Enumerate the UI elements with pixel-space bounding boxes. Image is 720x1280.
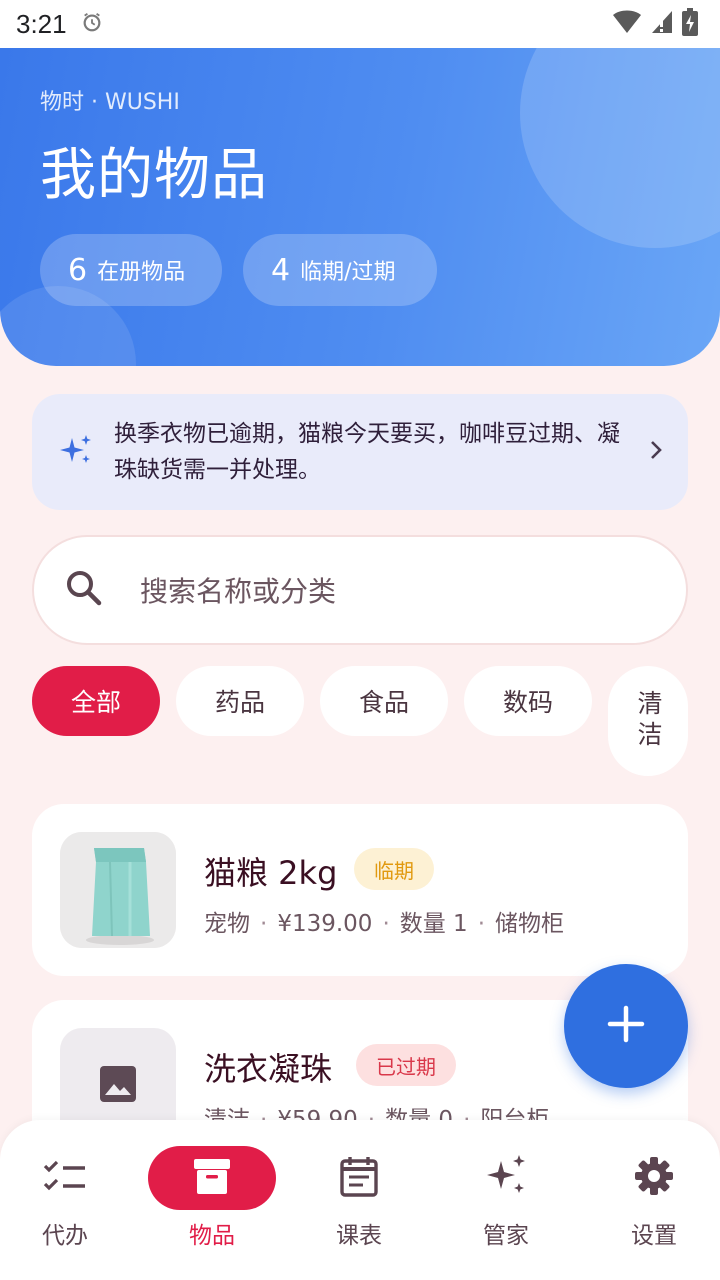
status-time: 3:21 bbox=[16, 8, 67, 39]
nav-label: 设置 bbox=[631, 1223, 677, 1249]
search-placeholder: 搜索名称或分类 bbox=[140, 575, 337, 608]
item-name: 洗衣凝珠 bbox=[204, 1050, 333, 1088]
battery-icon bbox=[682, 8, 698, 40]
signal-icon bbox=[650, 9, 674, 39]
page-title: 我的物品 bbox=[40, 143, 268, 208]
nav-item-assistant[interactable]: 管家 bbox=[434, 1120, 578, 1280]
nav-icon-wrap bbox=[590, 1146, 718, 1210]
item-location: 储物柜 bbox=[495, 911, 565, 937]
wifi-icon bbox=[612, 9, 642, 39]
nav-item-items[interactable]: 物品 bbox=[140, 1120, 284, 1280]
nav-label: 物品 bbox=[189, 1223, 235, 1249]
nav-label: 代办 bbox=[42, 1223, 88, 1249]
sparkle-icon bbox=[483, 1153, 529, 1203]
nav-icon-wrap bbox=[148, 1146, 276, 1210]
chip-digital[interactable]: 数码 bbox=[464, 666, 592, 736]
stat-label: 临期/过期 bbox=[300, 260, 396, 285]
header-banner: 物时 · WUSHI 我的物品 6 在册物品 4 临期/过期 bbox=[0, 48, 720, 366]
item-card[interactable]: 猫粮 2kg 临期 宠物 · ¥139.00 · 数量 1 · 储物柜 bbox=[32, 804, 688, 976]
item-category: 宠物 bbox=[204, 911, 250, 937]
item-name: 猫粮 2kg bbox=[204, 854, 338, 892]
nav-item-schedule[interactable]: 课表 bbox=[287, 1120, 431, 1280]
item-quantity: 数量 1 bbox=[399, 911, 468, 937]
stat-expiring-items[interactable]: 4 临期/过期 bbox=[243, 234, 437, 306]
nav-item-settings[interactable]: 设置 bbox=[582, 1120, 720, 1280]
nav-label: 管家 bbox=[483, 1223, 529, 1249]
item-price: ¥139.00 bbox=[277, 911, 373, 937]
calendar-icon bbox=[340, 1155, 378, 1201]
search-icon bbox=[64, 568, 104, 612]
stat-value: 6 bbox=[68, 252, 88, 288]
stat-value: 4 bbox=[271, 252, 291, 288]
item-meta: 宠物 · ¥139.00 · 数量 1 · 储物柜 bbox=[204, 911, 565, 937]
nav-item-todo[interactable]: 代办 bbox=[0, 1120, 137, 1280]
app-name: 物时 · WUSHI bbox=[40, 90, 180, 115]
sparkle-icon bbox=[58, 432, 94, 472]
nav-label: 课表 bbox=[336, 1223, 382, 1249]
alarm-icon bbox=[81, 11, 103, 37]
checklist-icon bbox=[43, 1158, 87, 1198]
search-input[interactable]: 搜索名称或分类 bbox=[32, 535, 688, 645]
stat-registered-items[interactable]: 6 在册物品 bbox=[40, 234, 222, 306]
chip-cleaning[interactable]: 清洁 bbox=[608, 666, 688, 776]
gear-icon bbox=[634, 1156, 674, 1200]
chip-medicine[interactable]: 药品 bbox=[176, 666, 304, 736]
stat-label: 在册物品 bbox=[97, 260, 186, 285]
nav-icon-wrap bbox=[442, 1146, 570, 1210]
chip-all[interactable]: 全部 bbox=[32, 666, 160, 736]
ai-summary-card[interactable]: 换季衣物已逾期，猫粮今天要买，咖啡豆过期、凝珠缺货需一并处理。 bbox=[32, 394, 688, 510]
image-icon bbox=[99, 1065, 137, 1107]
archive-box-icon bbox=[192, 1156, 232, 1200]
add-item-button[interactable] bbox=[564, 964, 688, 1088]
status-badge: 已过期 bbox=[356, 1044, 456, 1086]
decor-circle bbox=[520, 48, 720, 248]
status-badge: 临期 bbox=[354, 848, 434, 890]
nav-icon-wrap bbox=[1, 1146, 129, 1210]
plus-icon bbox=[606, 1004, 646, 1048]
summary-text: 换季衣物已逾期，猫粮今天要买，咖啡豆过期、凝珠缺货需一并处理。 bbox=[114, 421, 620, 483]
bottom-nav: 代办 物品 课表 管家 设置 bbox=[0, 1120, 720, 1280]
nav-icon-wrap bbox=[295, 1146, 423, 1210]
item-photo-cat-food bbox=[60, 832, 176, 948]
status-bar: 3:21 bbox=[0, 0, 720, 48]
chevron-right-icon bbox=[648, 438, 664, 466]
chip-food[interactable]: 食品 bbox=[320, 666, 448, 736]
